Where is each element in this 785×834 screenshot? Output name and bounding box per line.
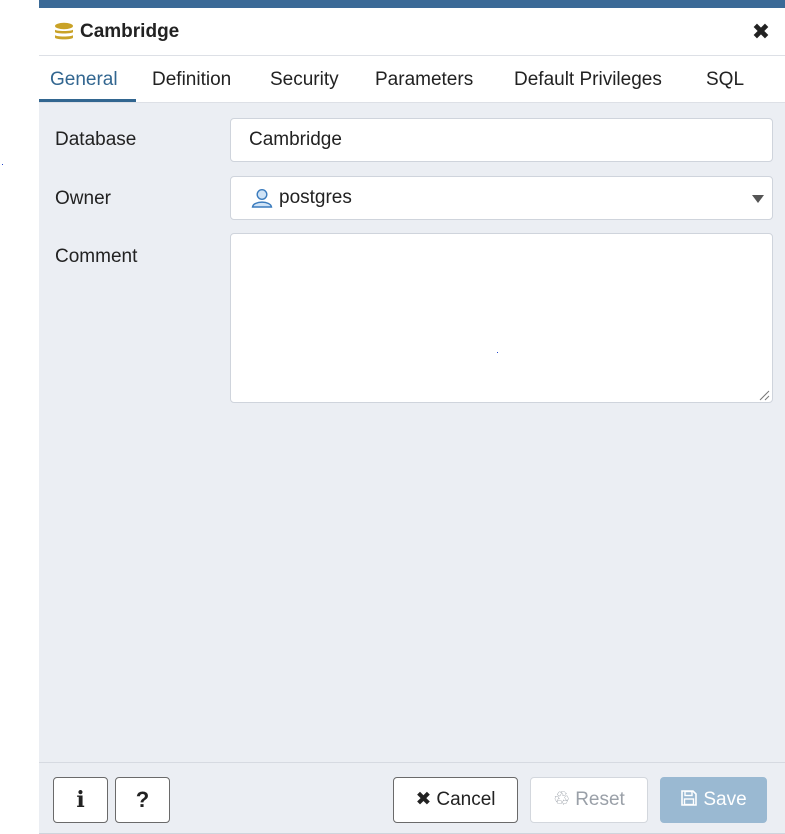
tab-parameters[interactable]: Parameters — [375, 56, 473, 103]
cancel-button[interactable]: ✖ Cancel — [393, 777, 518, 823]
help-icon: ? — [135, 787, 150, 812]
floppy-disk-icon — [680, 778, 698, 822]
save-button[interactable]: Save — [660, 777, 767, 823]
close-button[interactable]: ✖ — [751, 20, 771, 44]
stray-dot — [2, 164, 3, 165]
tab-security[interactable]: Security — [270, 56, 339, 103]
close-icon: ✖ — [751, 19, 771, 44]
dialog-title-bar: Cambridge ✖ — [39, 8, 785, 56]
owner-select[interactable]: postgres — [230, 176, 773, 220]
recycle-icon: ♲ — [553, 789, 571, 810]
database-name-value: Cambridge — [249, 129, 342, 150]
tab-bar: General Definition Security Parameters D… — [39, 56, 785, 103]
database-name-field[interactable]: Cambridge — [230, 118, 773, 162]
owner-label: Owner — [55, 188, 111, 209]
database-label: Database — [55, 129, 137, 150]
reset-button[interactable]: ♲ Reset — [530, 777, 648, 823]
tab-sql[interactable]: SQL — [706, 56, 744, 103]
owner-value: postgres — [279, 187, 352, 208]
caret-dot — [497, 352, 498, 353]
database-icon — [53, 21, 75, 43]
info-icon: i — [76, 787, 85, 813]
dialog-footer: i ? ✖ Cancel ♲ Reset Save — [39, 762, 785, 834]
help-button[interactable]: ? — [115, 777, 170, 823]
info-button[interactable]: i — [53, 777, 108, 823]
active-tab-indicator — [39, 99, 136, 102]
resize-handle-icon[interactable] — [758, 388, 770, 401]
create-database-dialog: Cambridge ✖ General Definition Security … — [39, 0, 785, 834]
comment-label: Comment — [55, 246, 138, 267]
comment-textarea[interactable] — [230, 233, 773, 403]
dialog-top-bar — [39, 0, 785, 8]
cancel-label: Cancel — [436, 789, 496, 810]
close-icon: ✖ — [415, 789, 432, 810]
dialog-title: Cambridge — [80, 21, 180, 42]
chevron-down-icon[interactable] — [752, 195, 764, 203]
tab-definition[interactable]: Definition — [152, 56, 231, 103]
tab-default-privileges[interactable]: Default Privileges — [514, 56, 662, 103]
user-icon — [251, 188, 273, 208]
tab-general[interactable]: General — [50, 56, 118, 103]
reset-label: Reset — [575, 789, 625, 810]
save-label: Save — [703, 789, 747, 810]
